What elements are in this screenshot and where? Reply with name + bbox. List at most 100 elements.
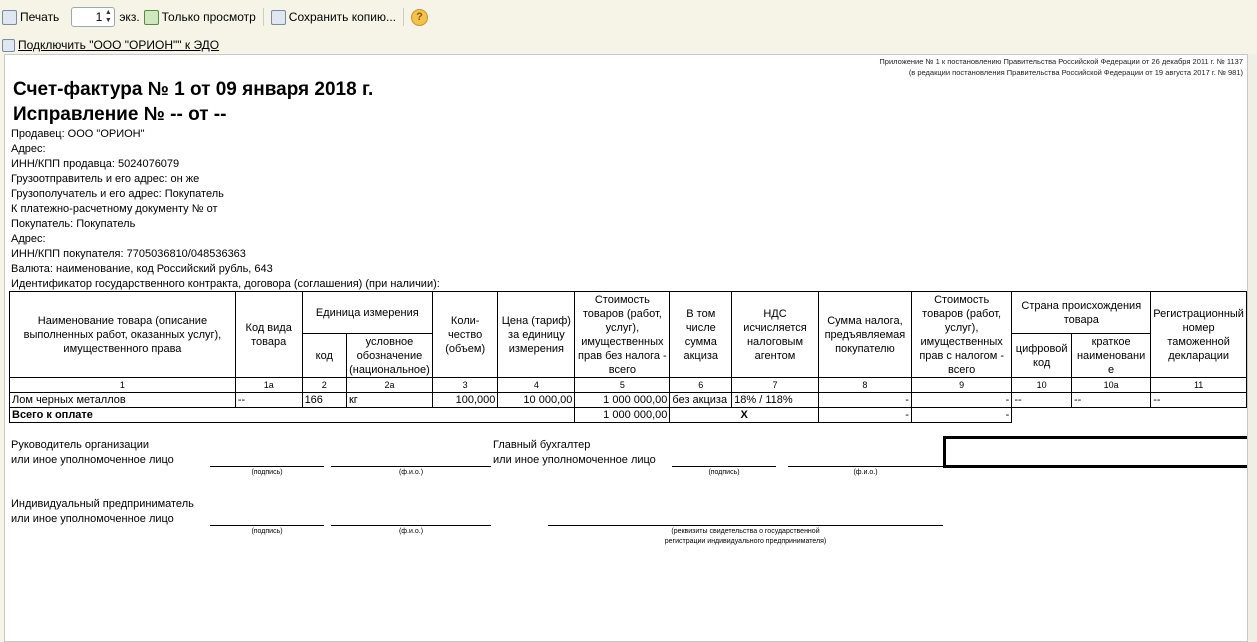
contract-id: Идентификатор государственного контракта… xyxy=(11,278,440,290)
cell-price: 10 000,00 xyxy=(497,392,576,408)
view-only-toggle[interactable]: Только просмотр xyxy=(143,9,256,25)
total-label: Всего к оплате xyxy=(8,407,576,423)
edo-bar: Подключить "ООО "ОРИОН"" к ЭДО xyxy=(2,38,219,52)
invoice-title: Счет-фактура № 1 от 09 января 2018 г. xyxy=(13,79,374,100)
caption: (подпись) xyxy=(251,469,283,476)
col-unit-name-header: условное обозначение (национальное) xyxy=(345,333,433,378)
total-cost: 1 000 000,00 xyxy=(574,407,671,423)
acc-fio-line xyxy=(788,466,943,467)
connect-edo-link[interactable]: Подключить "ООО "ОРИОН"" к ЭДО xyxy=(18,38,219,52)
ip-req-line xyxy=(548,525,943,526)
caption: (ф.и.о.) xyxy=(398,528,424,535)
caption: регистрации индивидуального предпринимат… xyxy=(664,538,827,545)
head-sign-line xyxy=(210,466,324,467)
caption: (ф.и.о.) xyxy=(853,469,878,476)
cell-tax: - xyxy=(817,392,912,408)
buyer: Покупатель: Покупатель xyxy=(11,218,136,230)
col-unit-code-header: код xyxy=(301,333,347,378)
cell-code: -- xyxy=(234,392,303,408)
col-declaration-header: Регистрационный номер таможенной деклара… xyxy=(1150,291,1247,378)
caption: (подпись) xyxy=(708,469,740,476)
cell-declaration: -- xyxy=(1150,392,1247,408)
total-row: Всего к оплате 1 000 000,00 X - - xyxy=(8,407,1247,423)
col-num: 7 xyxy=(731,377,819,393)
appendix-note: Приложение № 1 к постановлению Правитель… xyxy=(879,57,1243,66)
stamp-box xyxy=(943,436,1247,468)
edit-pencil-icon xyxy=(143,9,159,25)
cell-name: Лом черных металлов xyxy=(9,392,236,408)
payment-doc: К платежно-расчетному документу № от xyxy=(11,203,218,215)
save-copy-button[interactable]: Сохранить копию... xyxy=(270,9,396,25)
col-num: 2 xyxy=(301,377,347,393)
copies-unit: экз. xyxy=(119,10,140,24)
col-num: 8 xyxy=(817,377,912,393)
edition-note: (в редакции постановления Правительства … xyxy=(908,68,1243,77)
printer-icon xyxy=(2,9,17,25)
col-country-group-header: Страна происхождения товара xyxy=(1011,291,1152,334)
vertical-scrollbar[interactable] xyxy=(1248,54,1257,642)
consignee: Грузополучатель и его адрес: Покупатель xyxy=(11,188,224,200)
col-num: 6 xyxy=(669,377,733,393)
col-num: 9 xyxy=(910,377,1013,393)
col-num: 1а xyxy=(234,377,303,393)
col-country-code-header: цифровой код xyxy=(1011,333,1072,378)
col-unit-group-header: Единица измерения xyxy=(301,291,433,334)
col-qty-header: Коли-чество (объем) xyxy=(431,291,499,378)
ip-fio-line xyxy=(331,525,491,526)
cell-excise: без акциза xyxy=(669,392,733,408)
col-num: 1 xyxy=(9,377,236,393)
col-total-header: Стоимость товаров (работ, услуг), имущес… xyxy=(910,291,1013,378)
seller: Продавец: ООО "ОРИОН" xyxy=(11,128,145,140)
correction-title: Исправление № -- от -- xyxy=(13,104,227,125)
total-excise: X xyxy=(669,407,819,423)
cell-country-name: -- xyxy=(1070,392,1152,408)
invoice-document: Приложение № 1 к постановлению Правитель… xyxy=(4,54,1248,642)
column-numbers-row: 1 1а 2 2а 3 4 5 6 7 8 9 10 10а 11 xyxy=(9,377,1247,393)
col-num: 10а xyxy=(1070,377,1152,393)
col-price-header: Цена (тариф) за единицу измерения xyxy=(497,291,576,378)
col-num: 3 xyxy=(431,377,499,393)
total-tax: - xyxy=(817,407,912,423)
cell-total: - xyxy=(910,392,1013,408)
table-row: Лом черных металлов -- 166 кг 100,000 10 000,… xyxy=(9,392,1247,408)
seller-inn: ИНН/КПП продавца: 5024076079 xyxy=(11,158,180,170)
col-code-header: Код вида товара xyxy=(234,291,303,378)
head-fio-line xyxy=(331,466,491,467)
print-button[interactable]: Печать xyxy=(2,9,59,25)
cell-unit: кг xyxy=(345,392,433,408)
invoice-table: Наименование товара (описание выполненны… xyxy=(8,291,1247,423)
buyer-address: Адрес: xyxy=(11,233,46,245)
edo-icon xyxy=(2,38,15,52)
col-tax-header: Сумма налога, предъявляемая покупателю xyxy=(817,291,912,378)
copies-stepper[interactable]: ▲▼ xyxy=(71,7,116,27)
separator xyxy=(403,8,405,26)
separator xyxy=(262,8,264,26)
floppy-disk-icon xyxy=(270,9,286,25)
col-country-name-header: краткое наименовани е xyxy=(1070,333,1152,378)
cell-vat-rate: 18% / 118% xyxy=(731,392,819,408)
caption: (ф.и.о.) xyxy=(398,469,424,476)
total-with-tax: - xyxy=(910,407,1013,423)
currency: Валюта: наименование, код Российский руб… xyxy=(11,263,273,275)
acc-sign-line xyxy=(672,466,776,467)
col-num: 2а xyxy=(345,377,433,393)
spin-arrows-icon[interactable]: ▲ ▼ xyxy=(102,9,114,25)
shipper: Грузоотправитель и его адрес: он же xyxy=(11,173,200,185)
seller-address: Адрес: xyxy=(11,143,46,155)
col-num: 11 xyxy=(1150,377,1247,393)
col-vat-agent-header: НДС исчисляется налоговым агентом xyxy=(731,291,819,378)
toolbar: Печать ▲▼ экз. Только просмотр Сохранить… xyxy=(0,0,1257,34)
cell-qty: 100,000 xyxy=(431,392,499,408)
head-label: Руководитель организации или иное уполном… xyxy=(11,439,174,466)
col-num: 5 xyxy=(574,377,671,393)
accountant-label: Главный бухгалтер или иное уполномоченное… xyxy=(493,439,656,466)
copies-input[interactable] xyxy=(72,10,103,24)
buyer-inn: ИНН/КПП покупателя: 7705036810/048536363 xyxy=(11,248,246,260)
ip-sign-line xyxy=(210,525,324,526)
cell-cost: 1 000 000,00 xyxy=(574,392,671,408)
caption: (реквизиты свидетельства о государственн… xyxy=(671,528,820,535)
col-name-header: Наименование товара (описание выполненны… xyxy=(9,291,236,378)
help-icon[interactable]: ? xyxy=(411,8,429,26)
col-excise-header: В том числе сумма акциза xyxy=(669,291,733,378)
cell-country-code: -- xyxy=(1011,392,1072,408)
